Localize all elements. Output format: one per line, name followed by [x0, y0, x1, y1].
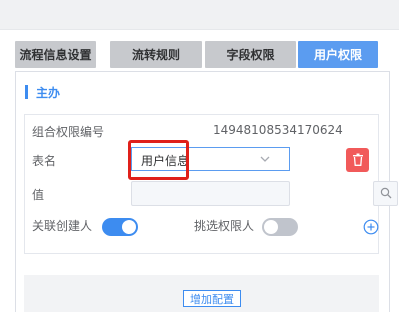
- toggle-knob: [122, 220, 136, 234]
- toggle-knob: [264, 220, 278, 234]
- table-name-value: 用户信息: [141, 154, 190, 168]
- add-config-button[interactable]: 增加配置: [183, 290, 241, 307]
- link-creator-toggle[interactable]: [102, 218, 138, 236]
- search-button[interactable]: [373, 181, 398, 206]
- table-name-label: 表名: [32, 154, 57, 168]
- pick-permission-label: 挑选权限人: [194, 219, 255, 233]
- permission-panel: 主办 组合权限编号 14948108534170624 表名 用户信息 值 关联…: [15, 71, 398, 312]
- permission-card: 组合权限编号 14948108534170624 表名 用户信息 值 关联创建人…: [24, 114, 398, 254]
- section-header: 主办: [16, 82, 60, 102]
- top-strip: [0, 0, 399, 30]
- group-id-value: 14948108534170624: [213, 123, 343, 137]
- add-config-area: 增加配置: [24, 275, 379, 312]
- delete-button[interactable]: [346, 148, 369, 172]
- group-id-label: 组合权限编号: [32, 125, 105, 139]
- link-creator-label: 关联创建人: [32, 219, 93, 233]
- value-label: 值: [32, 188, 45, 202]
- section-accent-bar: [25, 85, 28, 99]
- chevron-down-icon: [259, 151, 271, 170]
- section-title: 主办: [36, 85, 61, 100]
- tab-flow-rules[interactable]: 流转规则: [110, 41, 202, 68]
- value-input[interactable]: [131, 181, 290, 206]
- tab-user-permissions[interactable]: 用户权限: [298, 41, 378, 68]
- pick-permission-toggle[interactable]: [262, 218, 298, 236]
- tab-process-info[interactable]: 流程信息设置: [15, 41, 96, 68]
- trash-icon: [352, 151, 364, 170]
- tab-field-permissions[interactable]: 字段权限: [205, 41, 296, 68]
- plus-circle-icon[interactable]: [363, 219, 379, 239]
- search-icon: [380, 184, 392, 203]
- table-name-select[interactable]: 用户信息: [131, 147, 290, 171]
